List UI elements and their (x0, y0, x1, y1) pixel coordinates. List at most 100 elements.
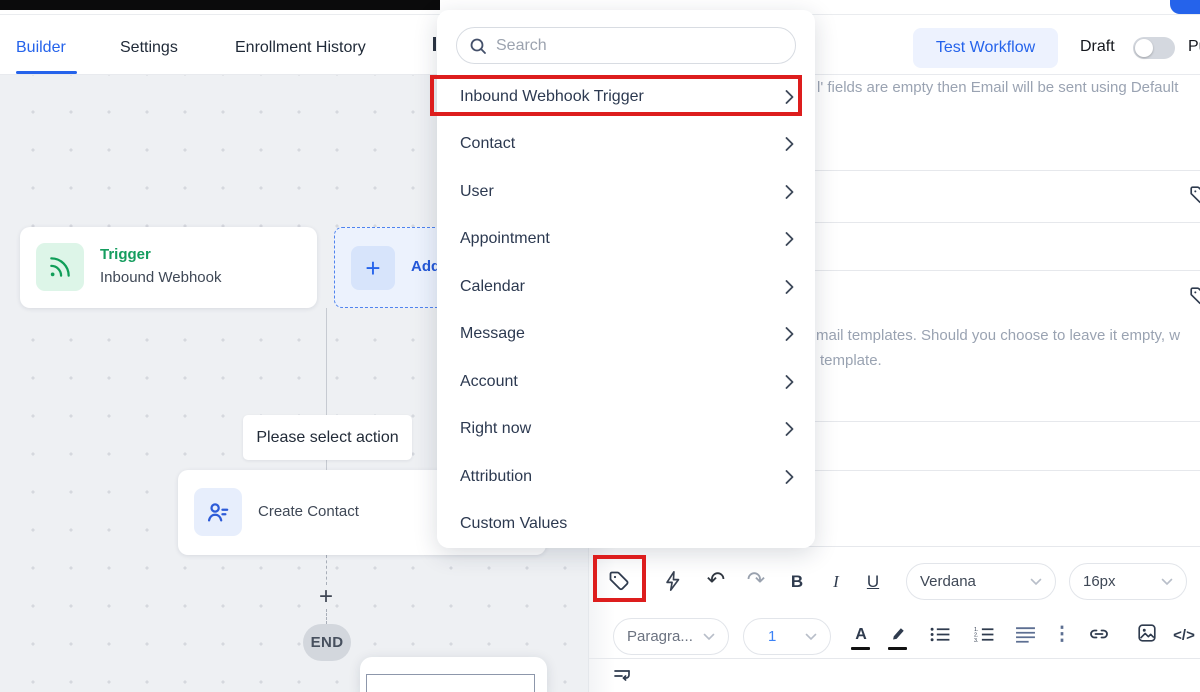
trigger-card-subtitle: Inbound Webhook (100, 269, 222, 286)
connector-dashed-line (326, 609, 327, 624)
trigger-node-card[interactable]: Trigger Inbound Webhook (20, 227, 317, 308)
line-height-select[interactable]: 1 (743, 618, 831, 655)
workflow-builder-screen: + END Trigger Inbound Webhook + Add Plea… (0, 0, 1200, 692)
chevron-right-icon (785, 327, 794, 341)
menu-item-label: Attribution (460, 468, 532, 486)
italic-button[interactable]: I (825, 567, 847, 595)
menu-item-label: Right now (460, 420, 531, 438)
font-size-value: 16px (1083, 573, 1116, 590)
plus-icon: + (351, 246, 395, 290)
tab-enrollment-history[interactable]: Enrollment History (235, 39, 366, 57)
paragraph-style-select[interactable]: Paragra... (613, 618, 729, 655)
underline-button[interactable]: U (861, 567, 885, 595)
menu-item-label: Account (460, 373, 518, 391)
webhook-icon (36, 243, 84, 291)
test-workflow-button[interactable]: Test Workflow (913, 28, 1058, 68)
highlighter-icon (889, 624, 908, 643)
font-family-select[interactable]: Verdana (906, 563, 1056, 600)
menu-item-contact[interactable]: Contact (437, 121, 815, 169)
field-tag-icon[interactable] (1187, 183, 1200, 207)
bullet-list-icon (930, 626, 951, 643)
create-contact-icon (194, 488, 242, 536)
chevron-right-icon (785, 280, 794, 294)
insert-link-button[interactable] (1086, 622, 1112, 646)
top-black-strip (0, 0, 440, 10)
publish-label: Pu (1188, 38, 1200, 56)
publish-toggle[interactable] (1133, 37, 1175, 59)
more-options-button[interactable]: ⋮ (1053, 622, 1071, 646)
font-family-value: Verdana (920, 573, 976, 590)
menu-item-attribution[interactable]: Attribution (437, 453, 815, 501)
insert-image-button[interactable] (1135, 621, 1159, 645)
text-color-button[interactable]: A (850, 623, 872, 647)
top-right-blue-button-fragment[interactable] (1170, 0, 1200, 14)
menu-item-account[interactable]: Account (437, 358, 815, 406)
trigger-card-title: Trigger (100, 246, 151, 263)
toggle-knob (1135, 39, 1153, 57)
annotation-box-tag-button (593, 555, 646, 602)
align-icon (1015, 626, 1036, 643)
align-button[interactable] (1013, 623, 1037, 645)
numbered-list-button[interactable]: 1.2.3. (972, 623, 996, 645)
add-step-button[interactable]: + (319, 583, 333, 611)
tab-builder[interactable]: Builder (16, 39, 66, 57)
menu-item-user[interactable]: User (437, 168, 815, 216)
lightning-icon (662, 569, 684, 593)
image-icon (1136, 622, 1158, 644)
connector-line (326, 308, 327, 415)
editor-helper-text: l' fields are empty then Email will be s… (817, 79, 1178, 96)
dropdown-search[interactable] (456, 27, 796, 64)
line-break-button[interactable] (611, 664, 635, 686)
highlight-color-bar (888, 647, 907, 650)
chevron-right-icon (785, 232, 794, 246)
svg-text:3.: 3. (974, 638, 979, 643)
highlight-color-button[interactable] (887, 621, 909, 645)
editor-helper-text: template. (820, 352, 882, 369)
field-tag-icon[interactable] (1187, 284, 1200, 308)
menu-item-calendar[interactable]: Calendar (437, 263, 815, 311)
link-icon (1087, 622, 1111, 646)
menu-item-appointment[interactable]: Appointment (437, 216, 815, 264)
font-size-select[interactable]: 16px (1069, 563, 1187, 600)
chevron-down-icon (1161, 578, 1173, 586)
active-tab-underline (16, 71, 77, 74)
menu-item-label: Appointment (460, 230, 550, 248)
chevron-down-icon (805, 633, 817, 641)
undo-button[interactable]: ↶ (702, 565, 730, 595)
text-color-bar (851, 647, 870, 650)
end-badge: END (303, 624, 351, 661)
tab-settings[interactable]: Settings (120, 39, 178, 57)
chevron-right-icon (785, 137, 794, 151)
draft-label: Draft (1080, 38, 1115, 56)
dropdown-menu: Inbound Webhook Trigger Contact User App… (437, 73, 815, 548)
toolbar-divider (589, 658, 1200, 659)
menu-item-label: Calendar (460, 278, 525, 296)
search-icon (469, 37, 487, 55)
bottom-popup-card (360, 657, 547, 692)
chevron-right-icon (785, 185, 794, 199)
menu-item-message[interactable]: Message (437, 311, 815, 359)
code-view-button[interactable]: </> (1169, 623, 1199, 647)
menu-item-label: User (460, 183, 494, 201)
partial-tab-letter (433, 37, 436, 51)
chevron-right-icon (785, 422, 794, 436)
chevron-down-icon (703, 633, 715, 641)
chevron-right-icon (785, 375, 794, 389)
annotation-box-inbound-webhook-trigger (430, 75, 802, 116)
menu-item-custom-values[interactable]: Custom Values (437, 501, 815, 549)
bold-button[interactable]: B (785, 567, 809, 595)
redo-button[interactable]: ↷ (742, 565, 770, 595)
numbered-list-icon: 1.2.3. (974, 626, 995, 643)
menu-item-right-now[interactable]: Right now (437, 406, 815, 454)
action-prompt: Please select action (243, 415, 412, 460)
menu-item-label: Contact (460, 135, 515, 153)
bottom-popup-field[interactable] (366, 674, 535, 692)
search-input[interactable] (496, 37, 783, 55)
text-wrap-icon (613, 666, 633, 684)
paragraph-style-value: Paragra... (627, 628, 693, 645)
trigger-links-button[interactable] (659, 566, 687, 596)
menu-item-label: Message (460, 325, 525, 343)
bullet-list-button[interactable] (928, 623, 952, 645)
action-card-label: Create Contact (258, 503, 359, 520)
chevron-right-icon (785, 470, 794, 484)
